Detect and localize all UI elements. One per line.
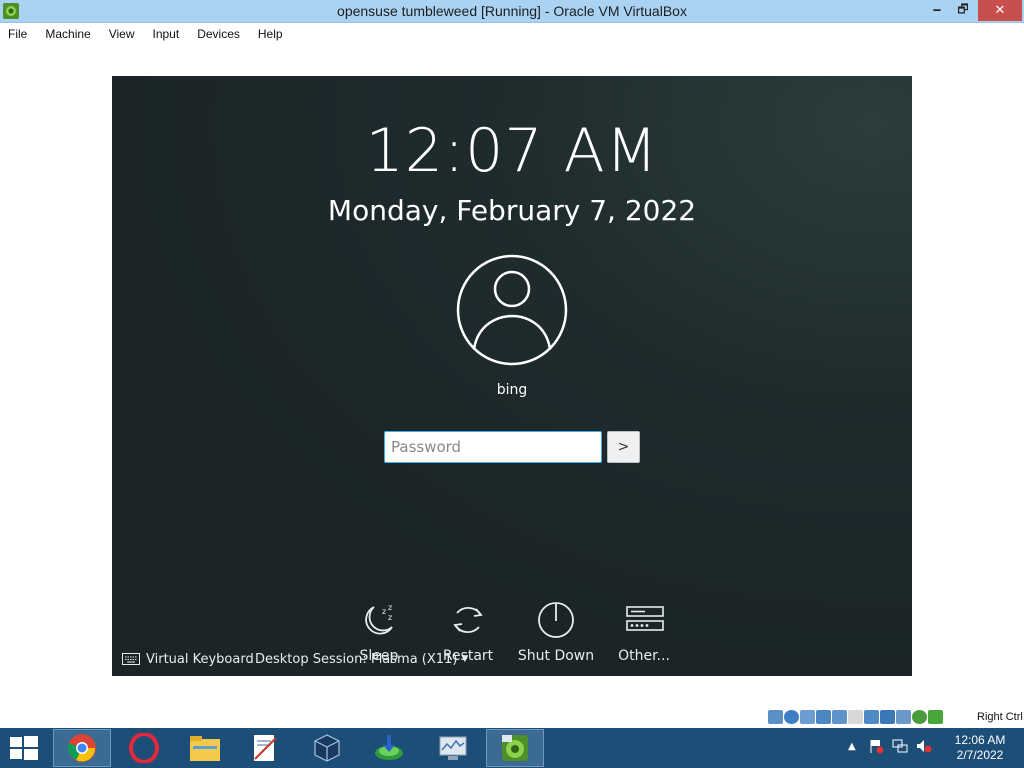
file-explorer-icon — [190, 736, 220, 761]
show-hidden-icons-icon[interactable]: ▲ — [848, 741, 856, 752]
taskbar-date: 2/7/2022 — [956, 748, 1004, 762]
desktop-session-label: Desktop Session: Plasma (X11) — [255, 651, 458, 667]
usb-icon[interactable] — [832, 710, 847, 724]
keyboard-icon — [122, 653, 140, 665]
taskbar-opera[interactable] — [115, 729, 173, 767]
chrome-icon — [68, 734, 96, 762]
menu-view[interactable]: View — [109, 27, 135, 41]
menu-devices[interactable]: Devices — [197, 27, 240, 41]
speaker-muted-icon[interactable] — [916, 738, 932, 754]
lockscreen-date: Monday, February 7, 2022 — [327, 194, 697, 227]
optical-drive-icon[interactable] — [784, 710, 799, 724]
window-title: opensuse tumbleweed [Running] - Oracle V… — [337, 3, 687, 19]
taskbar-clock[interactable]: 12:06 AM 2/7/2022 — [944, 733, 1016, 763]
sleep-icon: z z z — [365, 603, 393, 635]
other-label: Other... — [618, 648, 670, 664]
taskbar-download-manager[interactable] — [360, 729, 418, 767]
taskbar-chrome[interactable] — [53, 729, 111, 767]
action-center-flag-icon[interactable] — [868, 738, 884, 754]
shared-folders-icon[interactable] — [848, 710, 863, 724]
taskbar-file-explorer[interactable] — [176, 729, 234, 767]
windows-start-icon[interactable] — [10, 736, 38, 760]
virtual-keyboard-label: Virtual Keyboard — [146, 651, 254, 667]
vm-display[interactable]: 12:07 AM Monday, February 7, 2022 bing >… — [112, 76, 912, 676]
restart-icon — [453, 607, 483, 633]
minimize-button[interactable]: 🗕 — [924, 0, 950, 21]
power-icon — [538, 602, 574, 638]
taskbar-time: 12:06 AM — [954, 733, 1006, 747]
recording-icon[interactable] — [880, 710, 895, 724]
password-field[interactable] — [384, 431, 602, 463]
document-tool-icon — [254, 735, 277, 761]
lockscreen-clock: 12:07 AM — [365, 116, 659, 186]
shutdown-button[interactable]: Shut Down — [513, 601, 599, 669]
shutdown-label: Shut Down — [517, 648, 595, 664]
menu-help[interactable]: Help — [258, 27, 283, 41]
menu-machine[interactable]: Machine — [45, 27, 90, 41]
mouse-integration-icon[interactable] — [912, 710, 927, 724]
host-key-label[interactable]: Right Ctrl — [977, 711, 1023, 723]
chevron-down-icon: ▼ — [461, 654, 469, 664]
restore-button[interactable]: 🗗 — [950, 0, 976, 21]
menu-input[interactable]: Input — [153, 27, 180, 41]
network-icon[interactable] — [892, 738, 908, 754]
network-icon[interactable] — [816, 710, 831, 724]
taskbar-opensuse-vm[interactable] — [486, 729, 544, 767]
taskbar-document-tool[interactable] — [236, 729, 294, 767]
cpu-icon[interactable] — [896, 710, 911, 724]
username-label: bing — [496, 382, 528, 398]
opera-icon — [129, 733, 159, 763]
system-tray: ▲ — [848, 738, 940, 754]
menu-file[interactable]: File — [8, 27, 27, 41]
download-manager-icon — [375, 735, 403, 760]
svg-text:z: z — [388, 613, 392, 622]
display-icon[interactable] — [864, 710, 879, 724]
windows-taskbar: ▲ 12:06 AM 2/7/2022 — [0, 728, 1024, 768]
other-user-button[interactable]: Other... — [601, 601, 687, 669]
svg-text:z: z — [382, 607, 386, 616]
virtualbox-icon — [314, 734, 340, 762]
audio-icon[interactable] — [800, 710, 815, 724]
hard-disk-icon[interactable] — [768, 710, 783, 724]
vm-status-bar: Right Ctrl — [0, 706, 1024, 728]
login-submit-button[interactable]: > — [607, 431, 640, 463]
virtual-keyboard-button[interactable]: Virtual Keyboard — [122, 650, 254, 668]
close-button[interactable]: ✕ — [978, 0, 1022, 21]
opensuse-vm-icon — [502, 735, 528, 761]
menu-bar: File Machine View Input Devices Help — [0, 23, 1024, 45]
desktop-session-select[interactable]: Desktop Session: Plasma (X11) ▼ — [255, 650, 468, 668]
user-list-icon — [626, 606, 664, 631]
keyboard-capture-icon[interactable] — [928, 710, 943, 724]
window-titlebar[interactable]: opensuse tumbleweed [Running] - Oracle V… — [0, 0, 1024, 23]
svg-text:z: z — [388, 603, 392, 612]
taskbar-system-monitor[interactable] — [424, 729, 482, 767]
taskbar-virtualbox[interactable] — [298, 729, 356, 767]
user-avatar-icon[interactable] — [456, 254, 568, 366]
system-monitor-icon — [439, 736, 467, 760]
